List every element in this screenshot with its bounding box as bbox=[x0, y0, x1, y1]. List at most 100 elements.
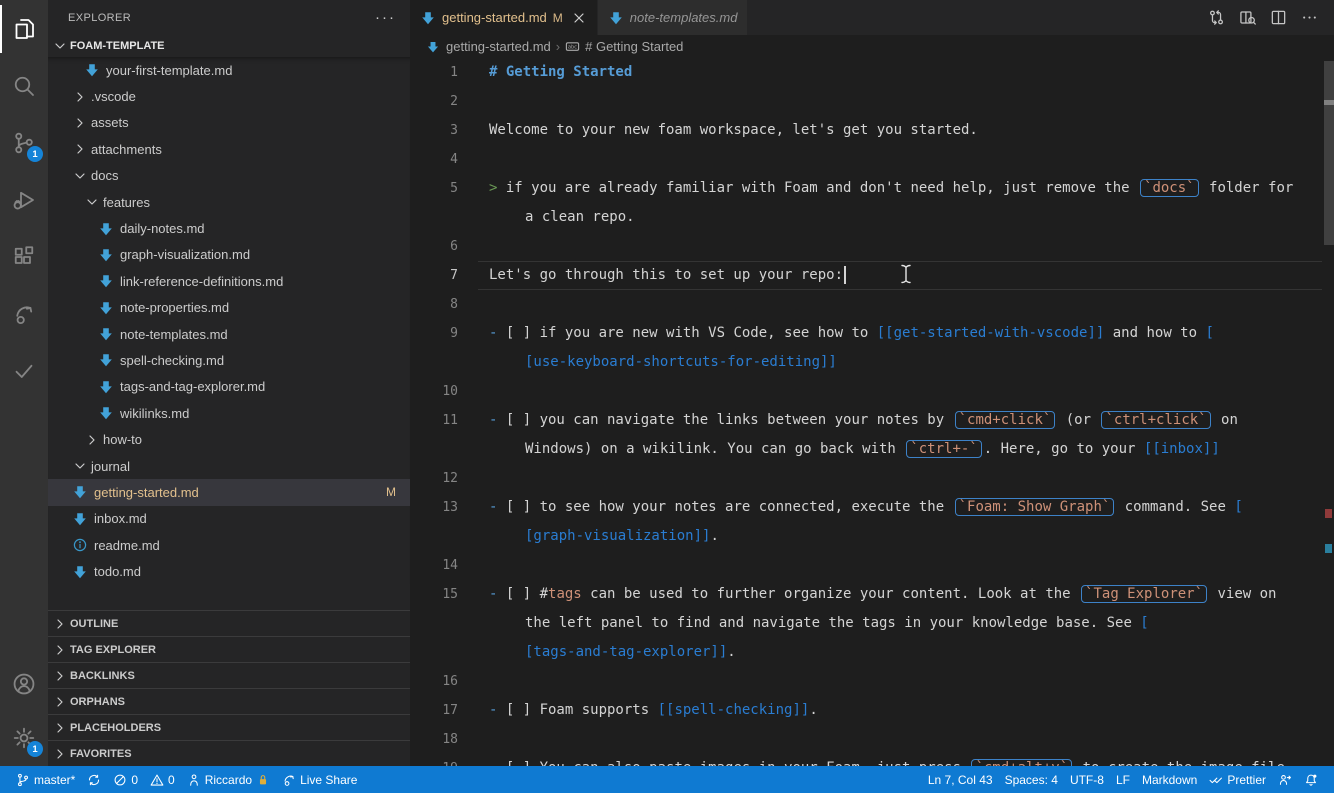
activity-bar-item-run-debug[interactable] bbox=[0, 176, 48, 224]
status-item-feedback[interactable] bbox=[1272, 766, 1298, 793]
status-item-prettier[interactable]: Prettier bbox=[1203, 766, 1272, 793]
tree-item[interactable]: journal bbox=[48, 453, 410, 479]
tree-item[interactable]: graph-visualization.md bbox=[48, 242, 410, 268]
tree-item[interactable]: readme.md bbox=[48, 532, 410, 558]
status-item-live-share[interactable]: Live Share bbox=[276, 766, 363, 793]
status-item-git-branch[interactable]: master* bbox=[10, 766, 81, 793]
status-item-sync[interactable] bbox=[81, 766, 107, 793]
activity-bar-item-search[interactable] bbox=[0, 62, 48, 110]
code-span-chip[interactable]: `docs` bbox=[1140, 179, 1199, 197]
tree-item[interactable]: getting-started.mdM bbox=[48, 479, 410, 505]
line-number: 7 bbox=[410, 261, 458, 290]
wikilink[interactable]: [use-keyboard-shortcuts-for-editing]] bbox=[525, 354, 837, 370]
tree-item[interactable]: note-properties.md bbox=[48, 295, 410, 321]
tab-note-templates.md[interactable]: note-templates.md bbox=[598, 0, 749, 35]
open-changes-icon[interactable] bbox=[1208, 9, 1225, 26]
status-item-indentation[interactable]: Spaces: 4 bbox=[999, 766, 1064, 793]
status-item-errors[interactable]: 0 bbox=[107, 766, 144, 793]
chevron-right-icon bbox=[52, 746, 68, 762]
close-icon[interactable] bbox=[571, 10, 587, 26]
wikilink[interactable]: [[get-started-with-vscode]] bbox=[877, 325, 1105, 341]
tree-item[interactable]: your-first-template.md bbox=[48, 57, 410, 83]
tree-item[interactable]: features bbox=[48, 189, 410, 215]
status-bar: master*00RiccardoLive Share Ln 7, Col 43… bbox=[0, 766, 1334, 793]
status-item-eol[interactable]: LF bbox=[1110, 766, 1136, 793]
activity-bar-item-source-control[interactable]: 1 bbox=[0, 119, 48, 167]
editor-line: 2 bbox=[410, 87, 1334, 116]
code-span-chip[interactable]: `ctrl+-` bbox=[906, 440, 981, 458]
tree-item[interactable]: docs bbox=[48, 163, 410, 189]
code-text: - bbox=[489, 702, 506, 718]
status-item-encoding[interactable]: UTF-8 bbox=[1064, 766, 1110, 793]
line-text: [tags-and-tag-explorer]]. bbox=[525, 638, 1334, 667]
tree-item-label: .vscode bbox=[91, 89, 136, 104]
sidebar-panel-backlinks[interactable]: BACKLINKS bbox=[48, 662, 410, 688]
text-editor[interactable]: 1# Getting Started23Welcome to your new … bbox=[410, 58, 1334, 766]
code-text: if you are new with VS Code, see how to bbox=[540, 325, 877, 341]
tree-item[interactable]: .vscode bbox=[48, 83, 410, 109]
wikilink[interactable]: [tags-and-tag-explorer]] bbox=[525, 644, 727, 660]
markdown bbox=[72, 564, 88, 580]
status-item-label: Live Share bbox=[300, 773, 357, 787]
sidebar-panel-outline[interactable]: OUTLINE bbox=[48, 610, 410, 636]
editor-scrollbar[interactable] bbox=[1324, 61, 1334, 245]
tree-item[interactable]: assets bbox=[48, 110, 410, 136]
status-item-cursor-position[interactable]: Ln 7, Col 43 bbox=[922, 766, 999, 793]
activity-bar-item-checklist[interactable] bbox=[0, 347, 48, 395]
editor-area: getting-started.mdMnote-templates.md get… bbox=[410, 0, 1334, 766]
markdown bbox=[84, 62, 100, 78]
tree-item[interactable]: how-to bbox=[48, 426, 410, 452]
markdown bbox=[72, 484, 88, 500]
activity-bar-item-extensions[interactable] bbox=[0, 233, 48, 281]
tree-item[interactable]: daily-notes.md bbox=[48, 215, 410, 241]
tree-item[interactable]: link-reference-definitions.md bbox=[48, 268, 410, 294]
wikilink[interactable]: [[spell-checking]] bbox=[658, 702, 810, 718]
split-editor-icon[interactable] bbox=[1270, 9, 1287, 26]
markdown bbox=[98, 352, 114, 368]
status-item-label: Ln 7, Col 43 bbox=[928, 773, 993, 787]
sidebar-panel-favorites[interactable]: FAVORITES bbox=[48, 740, 410, 766]
status-item-notifications[interactable] bbox=[1298, 766, 1324, 793]
activity-bar-item-accounts[interactable] bbox=[0, 660, 48, 708]
status-item-language-mode[interactable]: Markdown bbox=[1136, 766, 1203, 793]
tree-item[interactable]: todo.md bbox=[48, 558, 410, 584]
breadcrumb-file[interactable]: getting-started.md bbox=[446, 39, 551, 54]
editor-line: 16 bbox=[410, 667, 1334, 696]
tree-item-label: readme.md bbox=[94, 538, 160, 553]
tree-item[interactable]: attachments bbox=[48, 136, 410, 162]
code-span-chip[interactable]: `cmd+click` bbox=[955, 411, 1056, 429]
breadcrumb-symbol[interactable]: # Getting Started bbox=[585, 39, 683, 54]
wikilink[interactable]: [ bbox=[1140, 615, 1148, 631]
workspace-root-header[interactable]: FOAM-TEMPLATE bbox=[48, 35, 410, 57]
explorer-more-actions-icon[interactable]: ··· bbox=[375, 13, 396, 23]
tree-item[interactable]: tags-and-tag-explorer.md bbox=[48, 374, 410, 400]
open-preview-icon[interactable] bbox=[1239, 9, 1256, 26]
tree-item[interactable]: note-templates.md bbox=[48, 321, 410, 347]
sidebar-panel-orphans[interactable]: ORPHANS bbox=[48, 688, 410, 714]
sidebar-panel-placeholders[interactable]: PLACEHOLDERS bbox=[48, 714, 410, 740]
wikilink[interactable]: [graph-visualization]] bbox=[525, 528, 710, 544]
status-item-warnings[interactable]: 0 bbox=[144, 766, 181, 793]
code-text: - bbox=[489, 412, 506, 428]
sync-icon bbox=[87, 773, 101, 787]
tab-getting-started.md[interactable]: getting-started.mdM bbox=[410, 0, 598, 35]
code-span-chip[interactable]: `Foam: Show Graph` bbox=[955, 498, 1115, 516]
files-icon bbox=[12, 17, 36, 41]
code-span-chip[interactable]: `cmd+alt+v` bbox=[971, 759, 1072, 766]
wikilink[interactable]: [ bbox=[1205, 325, 1213, 341]
tree-item[interactable]: inbox.md bbox=[48, 506, 410, 532]
wikilink[interactable]: [[inbox]] bbox=[1144, 441, 1220, 457]
tree-item[interactable]: spell-checking.md bbox=[48, 347, 410, 373]
wikilink[interactable]: [ bbox=[1234, 499, 1242, 515]
more-actions-icon[interactable] bbox=[1301, 9, 1318, 26]
activity-bar-item-settings[interactable]: 1 bbox=[0, 714, 48, 762]
tree-item[interactable]: wikilinks.md bbox=[48, 400, 410, 426]
activity-bar-item-live-share[interactable] bbox=[0, 290, 48, 338]
badge: 1 bbox=[27, 146, 43, 162]
code-span-chip[interactable]: `Tag Explorer` bbox=[1081, 585, 1207, 603]
sidebar-panel-tag-explorer[interactable]: TAG EXPLORER bbox=[48, 636, 410, 662]
code-text: . Here, go to your bbox=[984, 441, 1144, 457]
activity-bar-item-explorer[interactable] bbox=[0, 5, 48, 53]
status-item-live-share-user[interactable]: Riccardo bbox=[181, 766, 276, 793]
code-span-chip[interactable]: `ctrl+click` bbox=[1101, 411, 1210, 429]
